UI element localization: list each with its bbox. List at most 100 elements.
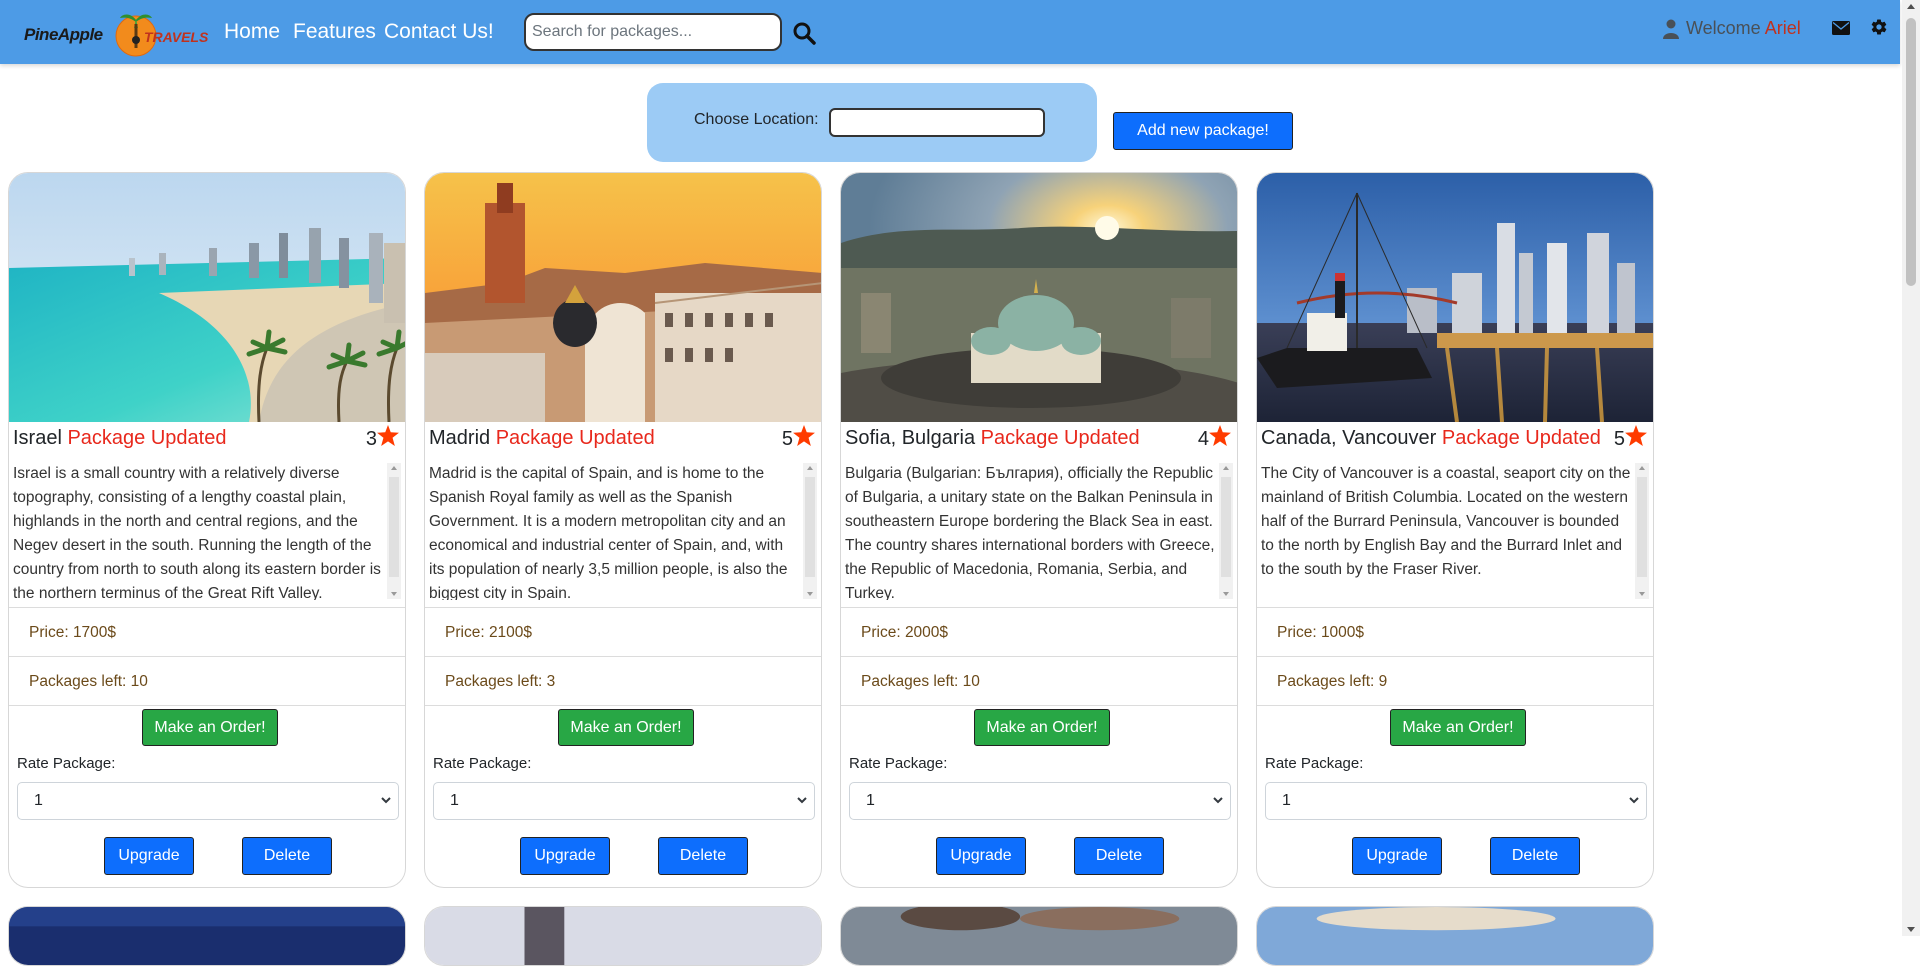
description-scrollbar[interactable]	[1219, 463, 1233, 599]
divider	[841, 607, 1237, 608]
package-title: Sofia, Bulgaria Package Updated	[845, 427, 1140, 450]
packages-left: Packages left: 10	[861, 673, 980, 691]
nav-link-contact[interactable]: Contact Us!	[384, 20, 494, 44]
delete-button[interactable]: Delete	[1074, 837, 1164, 875]
package-card: Madrid Package Updated 5 Madrid is the c…	[424, 172, 822, 888]
rate-label: Rate Package:	[433, 755, 532, 772]
upgrade-button[interactable]: Upgrade	[104, 837, 194, 875]
location-filter-panel: Choose Location:	[647, 83, 1097, 162]
package-image	[1257, 173, 1653, 422]
user-icon	[1663, 19, 1679, 39]
divider	[1257, 607, 1653, 608]
package-rating: 4	[1198, 425, 1231, 451]
delete-button[interactable]: Delete	[242, 837, 332, 875]
gear-icon[interactable]	[1870, 18, 1888, 36]
chevron-down-icon	[381, 797, 391, 804]
price-prefix: Price:	[861, 624, 905, 641]
rating-value: 3	[365, 428, 377, 450]
package-title: Madrid Package Updated	[429, 427, 655, 450]
package-card-partial	[1256, 906, 1654, 966]
divider	[9, 656, 405, 657]
package-price: Price: 1700$	[29, 624, 116, 642]
star-icon	[1209, 425, 1231, 446]
description-scrollbar[interactable]	[387, 463, 401, 599]
package-price: Price: 2000$	[861, 624, 948, 642]
username[interactable]: Ariel	[1765, 18, 1801, 38]
make-order-button[interactable]: Make an Order!	[1390, 709, 1526, 746]
package-price: Price: 2100$	[445, 624, 532, 642]
rate-select[interactable]: 1	[1265, 782, 1647, 820]
left-value: 3	[546, 673, 556, 690]
package-description: Bulgaria (Bulgarian: България), official…	[845, 465, 1215, 600]
package-description: The City of Vancouver is a coastal, seap…	[1261, 465, 1631, 578]
scroll-down-arrow[interactable]	[1907, 927, 1915, 932]
rate-selected-value: 1	[1282, 792, 1291, 809]
scroll-thumb[interactable]	[1906, 18, 1916, 286]
left-prefix: Packages left:	[1277, 673, 1379, 690]
package-image	[425, 173, 821, 422]
package-description: Israel is a small country with a relativ…	[13, 465, 381, 600]
make-order-button[interactable]: Make an Order!	[558, 709, 694, 746]
price-prefix: Price:	[445, 624, 489, 641]
price-value: 2100$	[488, 624, 533, 641]
description-scrollbar[interactable]	[803, 463, 817, 599]
delete-button[interactable]: Delete	[658, 837, 748, 875]
location-label: Choose Location:	[694, 111, 819, 128]
rate-selected-value: 1	[34, 792, 43, 809]
left-value: 10	[130, 673, 148, 690]
search-icon[interactable]	[792, 21, 816, 45]
make-order-button[interactable]: Make an Order!	[142, 709, 278, 746]
add-package-button[interactable]: Add new package!	[1113, 112, 1293, 150]
package-image	[841, 173, 1237, 422]
logo-text-travels: Travels	[144, 29, 209, 45]
package-image	[841, 907, 1237, 965]
divider	[425, 656, 821, 657]
rating-value: 5	[1613, 428, 1625, 450]
divider	[1257, 705, 1653, 706]
package-rating: 5	[782, 425, 815, 451]
rating-value: 4	[1197, 428, 1209, 450]
rate-select[interactable]: 1	[849, 782, 1231, 820]
left-prefix: Packages left:	[445, 673, 547, 690]
search-input[interactable]	[524, 13, 782, 51]
description-scrollbar[interactable]	[1635, 463, 1649, 599]
rate-label: Rate Package:	[17, 755, 116, 772]
make-order-button[interactable]: Make an Order!	[974, 709, 1110, 746]
rate-select[interactable]: 1	[433, 782, 815, 820]
envelope-icon[interactable]	[1832, 20, 1850, 36]
location-input[interactable]	[829, 108, 1045, 137]
chevron-down-icon	[1629, 797, 1639, 804]
nav-link-features[interactable]: Features	[293, 20, 376, 44]
delete-button[interactable]: Delete	[1490, 837, 1580, 875]
package-card-partial	[8, 906, 406, 966]
package-rating: 5	[1614, 425, 1647, 451]
divider	[841, 656, 1237, 657]
price-value: 1700$	[72, 624, 117, 641]
package-card: Israel Package Updated 3 Israel is a sma…	[8, 172, 406, 888]
package-status: Package Updated	[495, 427, 655, 449]
rating-value: 5	[781, 428, 793, 450]
price-prefix: Price:	[29, 624, 73, 641]
divider	[425, 607, 821, 608]
upgrade-button[interactable]: Upgrade	[1352, 837, 1442, 875]
upgrade-button[interactable]: Upgrade	[936, 837, 1026, 875]
page-scrollbar[interactable]	[1902, 0, 1920, 936]
divider	[9, 607, 405, 608]
package-name: Israel	[13, 427, 62, 449]
rate-select[interactable]: 1	[17, 782, 399, 820]
package-rating: 3	[366, 425, 399, 451]
welcome-text: Welcome	[1686, 18, 1761, 38]
package-card: Sofia, Bulgaria Package Updated 4 Bulgar…	[840, 172, 1238, 888]
package-status: Package Updated	[67, 427, 227, 449]
upgrade-button[interactable]: Upgrade	[520, 837, 610, 875]
nav-link-home[interactable]: Home	[224, 20, 280, 44]
package-image	[1257, 907, 1653, 965]
site-logo[interactable]: PineApple Travels	[24, 10, 210, 58]
star-icon	[1625, 425, 1647, 446]
package-card: Canada, Vancouver Package Updated 5 The …	[1256, 172, 1654, 888]
price-value: 2000$	[904, 624, 949, 641]
scroll-up-arrow[interactable]	[1907, 4, 1915, 9]
chevron-down-icon	[797, 797, 807, 804]
star-icon	[377, 425, 399, 446]
package-title: Israel Package Updated	[13, 427, 226, 450]
